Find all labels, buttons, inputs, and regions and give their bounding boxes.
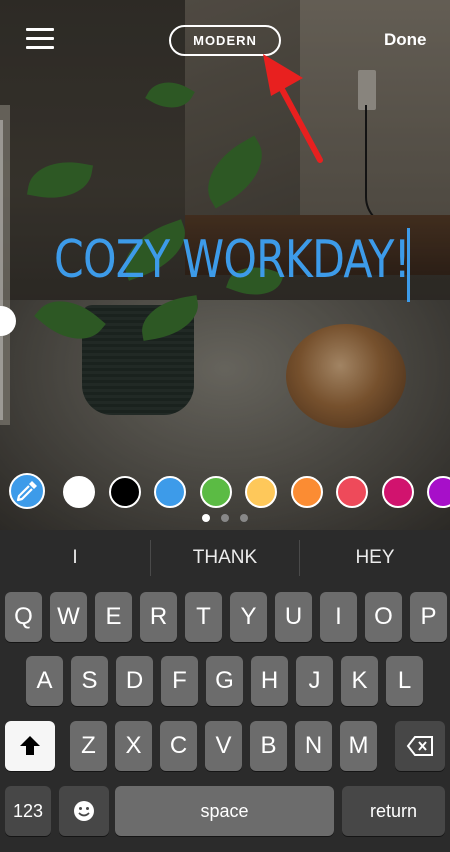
key-t[interactable]: T — [185, 592, 222, 642]
story-text[interactable]: COZY WORKDAY! — [54, 230, 411, 290]
keyboard: I THANK HEY 123 space return Q W E R T Y… — [0, 530, 450, 852]
key-j[interactable]: J — [296, 656, 333, 706]
done-button[interactable]: Done — [384, 30, 427, 50]
color-swatch[interactable] — [154, 476, 186, 508]
key-u[interactable]: U — [275, 592, 312, 642]
key-s[interactable]: S — [71, 656, 108, 706]
key-b[interactable]: B — [250, 721, 287, 771]
key-z[interactable]: Z — [70, 721, 107, 771]
palette-page-dots — [200, 514, 260, 524]
key-w[interactable]: W — [50, 592, 87, 642]
key-r[interactable]: R — [140, 592, 177, 642]
emoji-icon — [74, 801, 94, 821]
color-swatch[interactable] — [336, 476, 368, 508]
color-swatch[interactable] — [108, 476, 141, 508]
red-arrow-icon — [263, 54, 323, 163]
shift-key[interactable] — [5, 721, 55, 771]
key-p[interactable]: P — [410, 592, 447, 642]
key-h[interactable]: H — [251, 656, 288, 706]
key-n[interactable]: N — [295, 721, 332, 771]
key-a[interactable]: A — [26, 656, 63, 706]
suggestion-1[interactable]: I — [0, 530, 150, 586]
color-swatch[interactable] — [63, 476, 95, 508]
space-key[interactable]: space — [115, 786, 334, 836]
text-cursor — [407, 228, 410, 302]
suggestion-2[interactable]: THANK — [151, 530, 299, 586]
key-m[interactable]: M — [340, 721, 377, 771]
numbers-key[interactable]: 123 — [5, 786, 51, 836]
story-editor-screen: M O DER N Done COZY WORKDAY! I THANK HEY 12… — [0, 0, 450, 852]
color-swatch[interactable] — [381, 476, 414, 508]
key-o[interactable]: O — [365, 592, 402, 642]
page-dot — [202, 514, 210, 522]
page-dot — [240, 514, 248, 522]
key-y[interactable]: Y — [230, 592, 267, 642]
color-swatch[interactable] — [199, 476, 232, 508]
suggestion-3[interactable]: HEY — [300, 530, 450, 586]
key-d[interactable]: D — [116, 656, 153, 706]
key-v[interactable]: V — [205, 721, 242, 771]
color-swatch[interactable] — [290, 476, 323, 508]
emoji-key[interactable] — [59, 786, 109, 836]
color-swatch[interactable] — [427, 476, 450, 508]
key-g[interactable]: G — [206, 656, 243, 706]
key-i[interactable]: I — [320, 592, 357, 642]
key-c[interactable]: C — [160, 721, 197, 771]
suggestion-bar: I THANK HEY — [0, 530, 450, 586]
color-swatch[interactable] — [245, 476, 277, 508]
color-palette — [0, 476, 450, 512]
return-key[interactable]: return — [342, 786, 445, 836]
key-f[interactable]: F — [161, 656, 198, 706]
key-e[interactable]: E — [95, 592, 132, 642]
key-l[interactable]: L — [386, 656, 423, 706]
key-q[interactable]: Q — [5, 592, 42, 642]
key-x[interactable]: X — [115, 721, 152, 771]
key-k[interactable]: K — [341, 656, 378, 706]
backspace-key[interactable] — [395, 721, 445, 771]
text-size-slider-track[interactable] — [0, 120, 3, 420]
shift-icon — [20, 736, 40, 755]
backspace-icon — [406, 736, 433, 756]
hamburger-menu-icon[interactable] — [26, 28, 54, 52]
page-dot — [221, 514, 229, 522]
